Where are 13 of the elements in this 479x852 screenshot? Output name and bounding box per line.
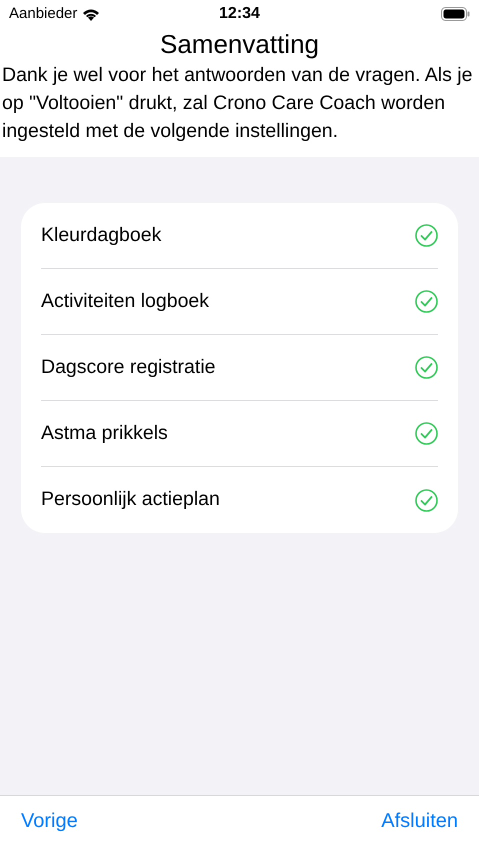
page-title: Samenvatting: [159, 28, 320, 59]
setting-label: Activiteiten logboek: [41, 288, 210, 314]
setting-label: Persoonlijk actieplan: [41, 487, 220, 512]
setting-label: Dagscore registratie: [41, 354, 216, 380]
finish-button[interactable]: Afsluiten: [381, 806, 458, 836]
back-button[interactable]: Vorige: [21, 806, 78, 836]
intro-text: Dank je wel voor het antwoorden van de vragen. Als je op "Voltooien" drukt, zal Crono Care Coach worden ingesteld met de volgende instellingen.: [1, 63, 474, 144]
wifi-icon: [82, 8, 100, 20]
carrier-name: Aanbieder: [9, 4, 78, 24]
setting-label: Kleurdagboek: [41, 222, 162, 248]
battery-icon: [440, 7, 470, 21]
setting-label: Astma prikkels: [41, 420, 168, 446]
clock-time: 12:34: [219, 4, 260, 24]
